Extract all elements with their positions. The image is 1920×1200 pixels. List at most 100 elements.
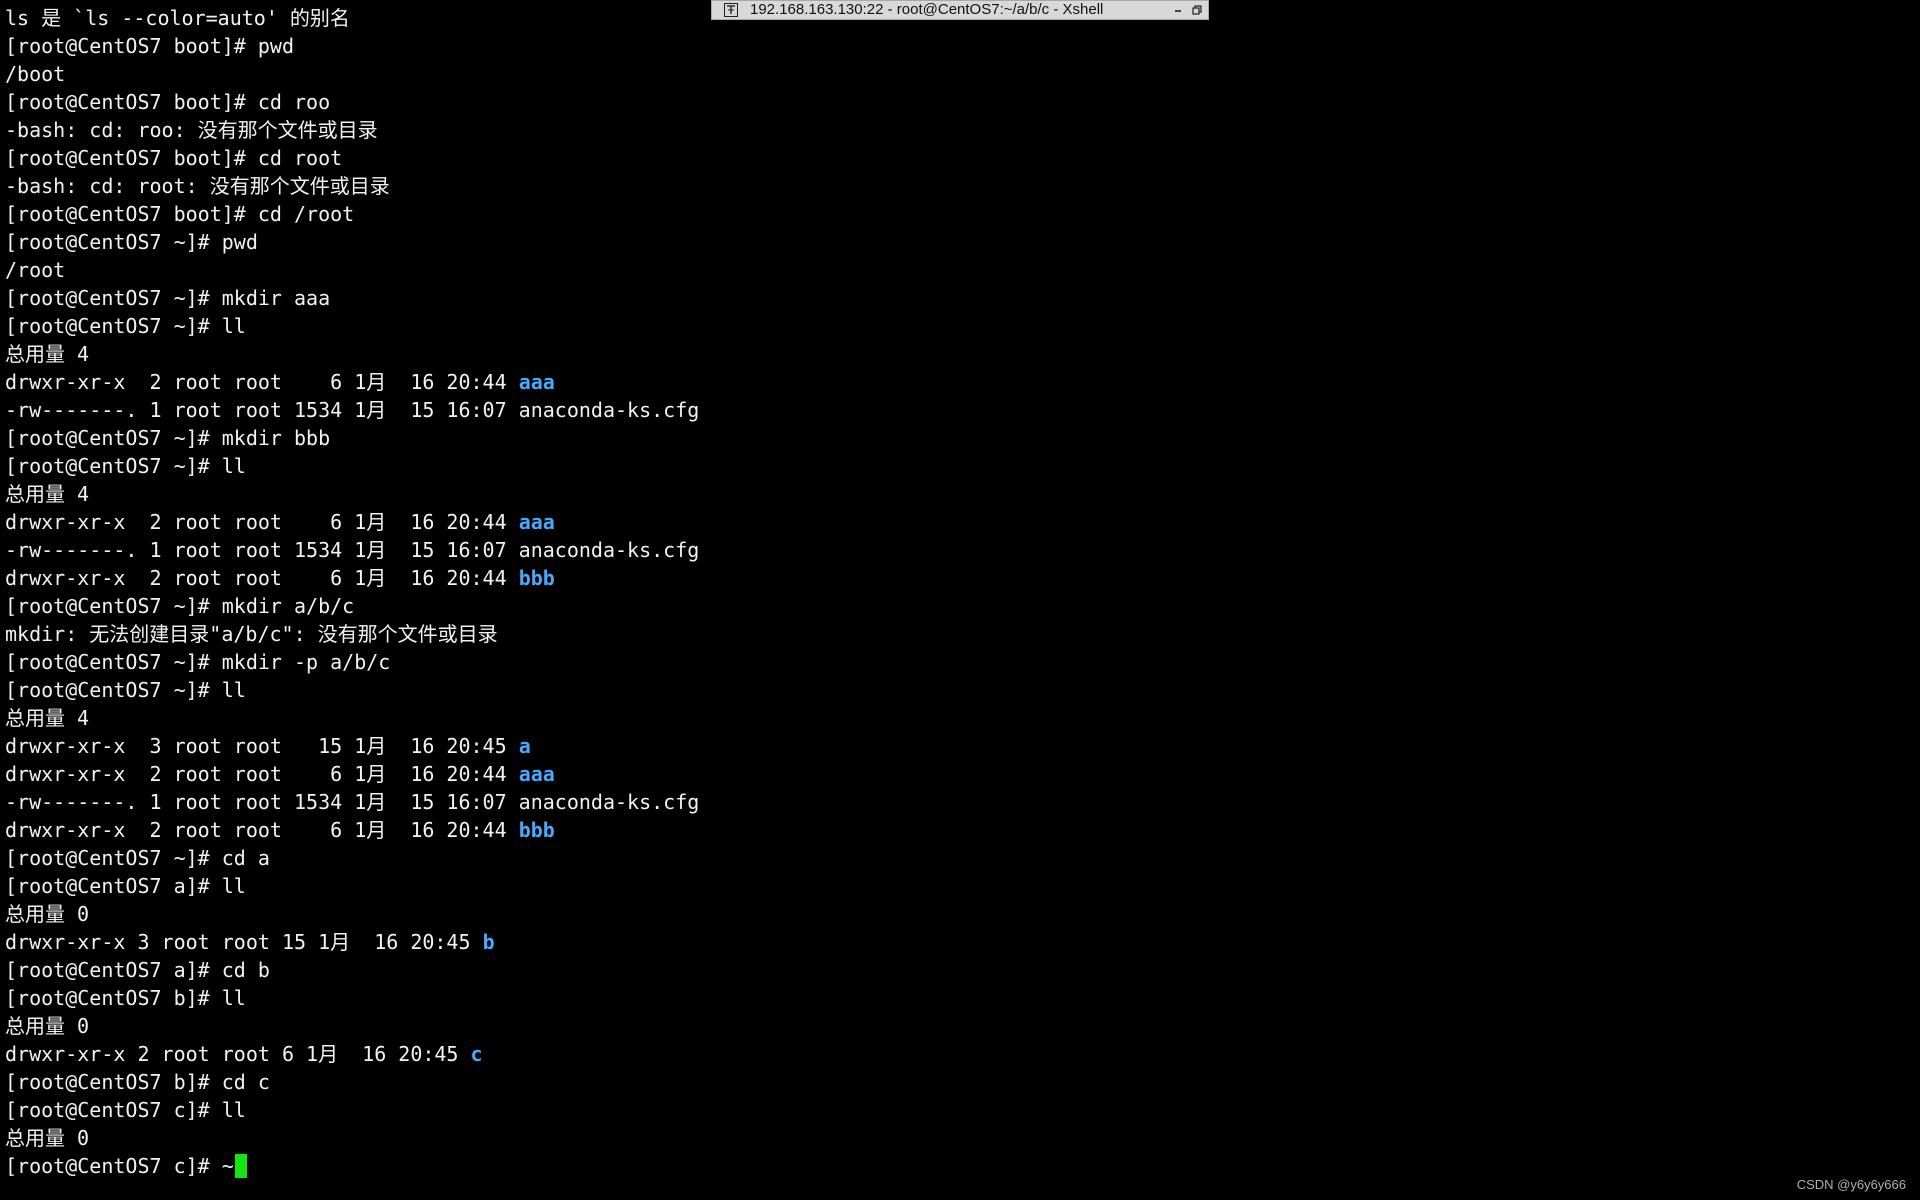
line-text: [root@CentOS7 boot]# cd roo xyxy=(5,90,331,114)
terminal-line: 总用量 4 xyxy=(5,704,1905,732)
terminal-line: [root@CentOS7 a]# cd b xyxy=(5,956,1905,984)
title-bar[interactable]: 192.168.163.130:22 - root@CentOS7:~/a/b/… xyxy=(711,0,1209,20)
terminal-line: [root@CentOS7 ~]# mkdir bbb xyxy=(5,424,1905,452)
terminal-line: drwxr-xr-x 2 root root 6 1月 16 20:44 aaa xyxy=(5,760,1905,788)
line-text: drwxr-xr-x 3 root root 15 1月 16 20:45 xyxy=(5,734,519,758)
line-text: -rw-------. 1 root root 1534 1月 15 16:07… xyxy=(5,398,700,422)
pin-icon[interactable] xyxy=(724,3,738,17)
minimize-icon[interactable] xyxy=(1170,2,1186,18)
line-text: drwxr-xr-x 2 root root 6 1月 16 20:44 xyxy=(5,510,519,534)
line-text: [root@CentOS7 b]# ll xyxy=(5,986,246,1010)
line-text: drwxr-xr-x 2 root root 6 1月 16 20:44 xyxy=(5,762,519,786)
line-text: [root@CentOS7 c]# ll xyxy=(5,1098,246,1122)
terminal-line: 总用量 4 xyxy=(5,340,1905,368)
terminal-line: [root@CentOS7 boot]# pwd xyxy=(5,32,1905,60)
directory-name: b xyxy=(482,930,495,954)
terminal-line: [root@CentOS7 boot]# cd root xyxy=(5,144,1905,172)
prompt-line[interactable]: [root@CentOS7 c]# ~ xyxy=(5,1152,1905,1180)
terminal-line: [root@CentOS7 ~]# ll xyxy=(5,676,1905,704)
line-text: -bash: cd: root: 没有那个文件或目录 xyxy=(5,174,390,198)
line-text: [root@CentOS7 boot]# cd /root xyxy=(5,202,355,226)
terminal-line: [root@CentOS7 boot]# cd roo xyxy=(5,88,1905,116)
line-text: drwxr-xr-x 3 root root 15 1月 16 20:45 xyxy=(5,930,483,954)
line-text: 总用量 4 xyxy=(5,706,90,730)
directory-name: aaa xyxy=(518,762,555,786)
line-text: [root@CentOS7 b]# cd c xyxy=(5,1070,270,1094)
terminal-line: drwxr-xr-x 2 root root 6 1月 16 20:45 c xyxy=(5,1040,1905,1068)
terminal-line: [root@CentOS7 ~]# mkdir aaa xyxy=(5,284,1905,312)
line-text: ls 是 `ls --color=auto' 的别名 xyxy=(5,6,350,30)
terminal-line: drwxr-xr-x 3 root root 15 1月 16 20:45 b xyxy=(5,928,1905,956)
terminal-line: /root xyxy=(5,256,1905,284)
terminal-line: mkdir: 无法创建目录"a/b/c": 没有那个文件或目录 xyxy=(5,620,1905,648)
terminal-line: [root@CentOS7 b]# cd c xyxy=(5,1068,1905,1096)
terminal-line: [root@CentOS7 ~]# mkdir a/b/c xyxy=(5,592,1905,620)
terminal-line: drwxr-xr-x 3 root root 15 1月 16 20:45 a xyxy=(5,732,1905,760)
line-text: [root@CentOS7 ~]# mkdir bbb xyxy=(5,426,331,450)
terminal-line: drwxr-xr-x 2 root root 6 1月 16 20:44 aaa xyxy=(5,368,1905,396)
terminal-line: drwxr-xr-x 2 root root 6 1月 16 20:44 aaa xyxy=(5,508,1905,536)
terminal-output[interactable]: ls 是 `ls --color=auto' 的别名 [root@CentOS7 … xyxy=(5,4,1905,1180)
terminal-line: 总用量 0 xyxy=(5,1124,1905,1152)
line-text: [root@CentOS7 ~]# mkdir a/b/c xyxy=(5,594,355,618)
terminal-line: drwxr-xr-x 2 root root 6 1月 16 20:44 bbb xyxy=(5,564,1905,592)
terminal-line: 总用量 4 xyxy=(5,480,1905,508)
terminal-line: -rw-------. 1 root root 1534 1月 15 16:07… xyxy=(5,536,1905,564)
directory-name: c xyxy=(470,1042,483,1066)
line-text: [root@CentOS7 ~]# mkdir aaa xyxy=(5,286,331,310)
terminal-line: [root@CentOS7 c]# ll xyxy=(5,1096,1905,1124)
terminal-line: -rw-------. 1 root root 1534 1月 15 16:07… xyxy=(5,396,1905,424)
terminal-line: drwxr-xr-x 2 root root 6 1月 16 20:44 bbb xyxy=(5,816,1905,844)
directory-name: bbb xyxy=(518,566,555,590)
directory-name: aaa xyxy=(518,370,555,394)
line-text: [root@CentOS7 ~]# ll xyxy=(5,678,246,702)
line-text: 总用量 4 xyxy=(5,342,90,366)
line-text: /boot xyxy=(5,62,66,86)
shell-prompt: [root@CentOS7 c]# ~ xyxy=(5,1154,234,1178)
terminal-line: [root@CentOS7 ~]# ll xyxy=(5,312,1905,340)
terminal-line: [root@CentOS7 ~]# cd a xyxy=(5,844,1905,872)
terminal-window: ls 是 `ls --color=auto' 的别名 [root@CentOS7 … xyxy=(0,0,1920,1200)
terminal-line: [root@CentOS7 a]# ll xyxy=(5,872,1905,900)
line-text: [root@CentOS7 ~]# ll xyxy=(5,314,246,338)
terminal-line: 总用量 0 xyxy=(5,900,1905,928)
directory-name: aaa xyxy=(518,510,555,534)
line-text: 总用量 0 xyxy=(5,1126,90,1150)
terminal-line: [root@CentOS7 ~]# pwd xyxy=(5,228,1905,256)
line-text: drwxr-xr-x 2 root root 6 1月 16 20:44 xyxy=(5,818,519,842)
directory-name: a xyxy=(518,734,531,758)
terminal-line: 总用量 0 xyxy=(5,1012,1905,1040)
directory-name: bbb xyxy=(518,818,555,842)
terminal-line: [root@CentOS7 b]# ll xyxy=(5,984,1905,1012)
line-text: [root@CentOS7 ~]# pwd xyxy=(5,230,258,254)
line-text: [root@CentOS7 a]# cd b xyxy=(5,958,270,982)
terminal-line: /boot xyxy=(5,60,1905,88)
text-cursor xyxy=(234,1154,247,1178)
window-title: 192.168.163.130:22 - root@CentOS7:~/a/b/… xyxy=(750,1,1104,18)
line-text: [root@CentOS7 a]# ll xyxy=(5,874,246,898)
terminal-line: [root@CentOS7 boot]# cd /root xyxy=(5,200,1905,228)
line-text: 总用量 0 xyxy=(5,902,90,926)
line-text: -bash: cd: roo: 没有那个文件或目录 xyxy=(5,118,378,142)
terminal-line: -rw-------. 1 root root 1534 1月 15 16:07… xyxy=(5,788,1905,816)
line-text: [root@CentOS7 ~]# mkdir -p a/b/c xyxy=(5,650,391,674)
line-text: [root@CentOS7 boot]# cd root xyxy=(5,146,343,170)
line-text: -rw-------. 1 root root 1534 1月 15 16:07… xyxy=(5,790,700,814)
terminal-line: -bash: cd: roo: 没有那个文件或目录 xyxy=(5,116,1905,144)
line-text: [root@CentOS7 ~]# ll xyxy=(5,454,246,478)
watermark: CSDN @y6y6y666 xyxy=(1796,1177,1906,1192)
line-text: [root@CentOS7 ~]# cd a xyxy=(5,846,270,870)
line-text: drwxr-xr-x 2 root root 6 1月 16 20:45 xyxy=(5,1042,471,1066)
terminal-line: -bash: cd: root: 没有那个文件或目录 xyxy=(5,172,1905,200)
line-text: -rw-------. 1 root root 1534 1月 15 16:07… xyxy=(5,538,700,562)
line-text: 总用量 4 xyxy=(5,482,90,506)
restore-icon[interactable] xyxy=(1189,2,1205,18)
terminal-line: [root@CentOS7 ~]# mkdir -p a/b/c xyxy=(5,648,1905,676)
line-text: [root@CentOS7 boot]# pwd xyxy=(5,34,294,58)
line-text: drwxr-xr-x 2 root root 6 1月 16 20:44 xyxy=(5,370,519,394)
line-text: /root xyxy=(5,258,66,282)
line-text: 总用量 0 xyxy=(5,1014,90,1038)
terminal-line: [root@CentOS7 ~]# ll xyxy=(5,452,1905,480)
line-text: mkdir: 无法创建目录"a/b/c": 没有那个文件或目录 xyxy=(5,622,498,646)
line-text: drwxr-xr-x 2 root root 6 1月 16 20:44 xyxy=(5,566,519,590)
